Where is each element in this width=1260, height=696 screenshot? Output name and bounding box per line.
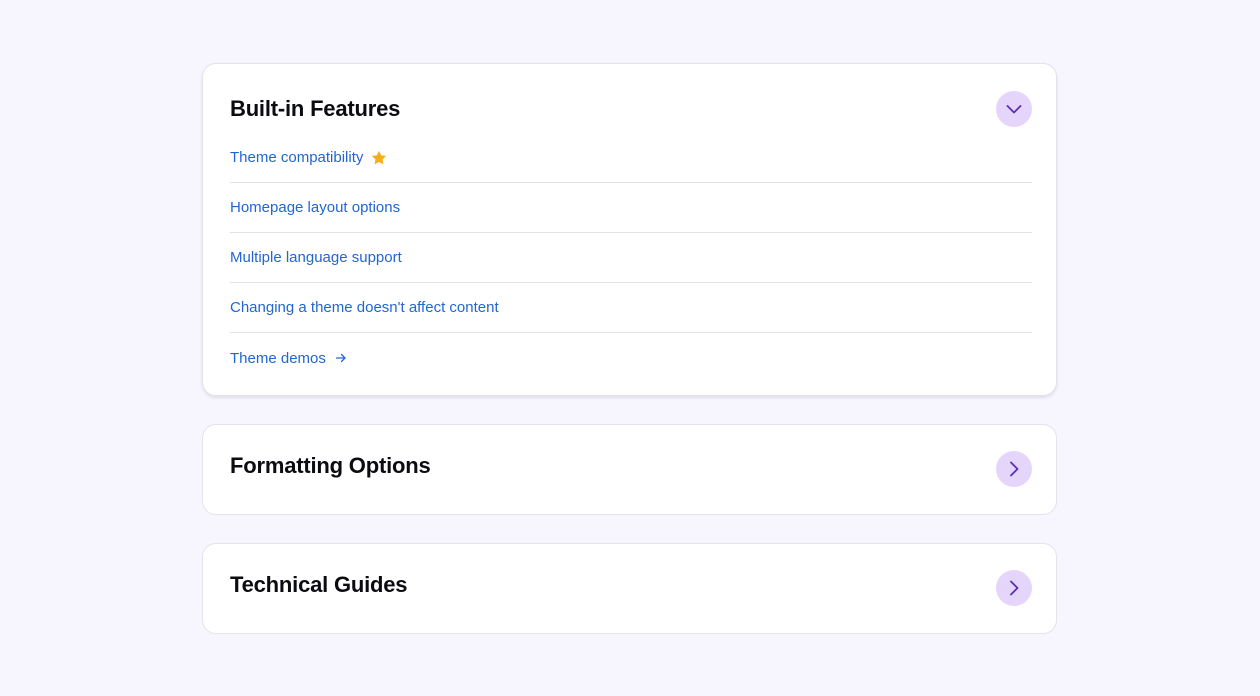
theme-compatibility-link[interactable]: Theme compatibility bbox=[230, 149, 387, 166]
section-title[interactable]: Formatting Options bbox=[230, 453, 431, 479]
theme-demos-link[interactable]: Theme demos bbox=[230, 350, 347, 367]
accordion-technical-guides: Technical Guides bbox=[202, 543, 1057, 634]
homepage-layout-options-link[interactable]: Homepage layout options bbox=[230, 199, 400, 216]
changing-theme-content-link[interactable]: Changing a theme doesn't affect content bbox=[230, 299, 499, 316]
list-item: Changing a theme doesn't affect content bbox=[230, 283, 1032, 333]
link-label: Homepage layout options bbox=[230, 199, 401, 216]
link-label: Theme demos bbox=[230, 349, 326, 367]
chevron-right-icon bbox=[1010, 461, 1019, 477]
list-item: Homepage layout options bbox=[230, 183, 1032, 233]
expand-toggle-button[interactable] bbox=[996, 451, 1032, 487]
chevron-down-icon bbox=[1006, 105, 1022, 114]
star-icon bbox=[372, 150, 387, 164]
chevron-right-icon bbox=[1010, 580, 1019, 596]
section-title[interactable]: Built-in Features bbox=[230, 96, 400, 122]
link-label: Changing a theme doesn't affect content bbox=[230, 299, 499, 316]
arrow-right-icon bbox=[335, 353, 346, 363]
accordion-formatting-options: Formatting Options bbox=[202, 424, 1057, 515]
feature-list: Theme compatibility Homepage layout opti… bbox=[230, 133, 1032, 383]
link-label: Theme compatibility bbox=[230, 149, 364, 166]
list-item: Theme compatibility bbox=[230, 133, 1032, 183]
list-item: Multiple language support bbox=[230, 233, 1032, 283]
list-item: Theme demos bbox=[230, 333, 1032, 383]
multiple-language-support-link[interactable]: Multiple language support bbox=[230, 249, 402, 266]
accordion-built-in-features: Built-in Features Theme compatibility Ho… bbox=[202, 63, 1057, 396]
section-title[interactable]: Technical Guides bbox=[230, 572, 408, 598]
expand-toggle-button[interactable] bbox=[996, 570, 1032, 606]
collapse-toggle-button[interactable] bbox=[996, 91, 1032, 127]
link-label: Multiple language support bbox=[230, 249, 402, 266]
